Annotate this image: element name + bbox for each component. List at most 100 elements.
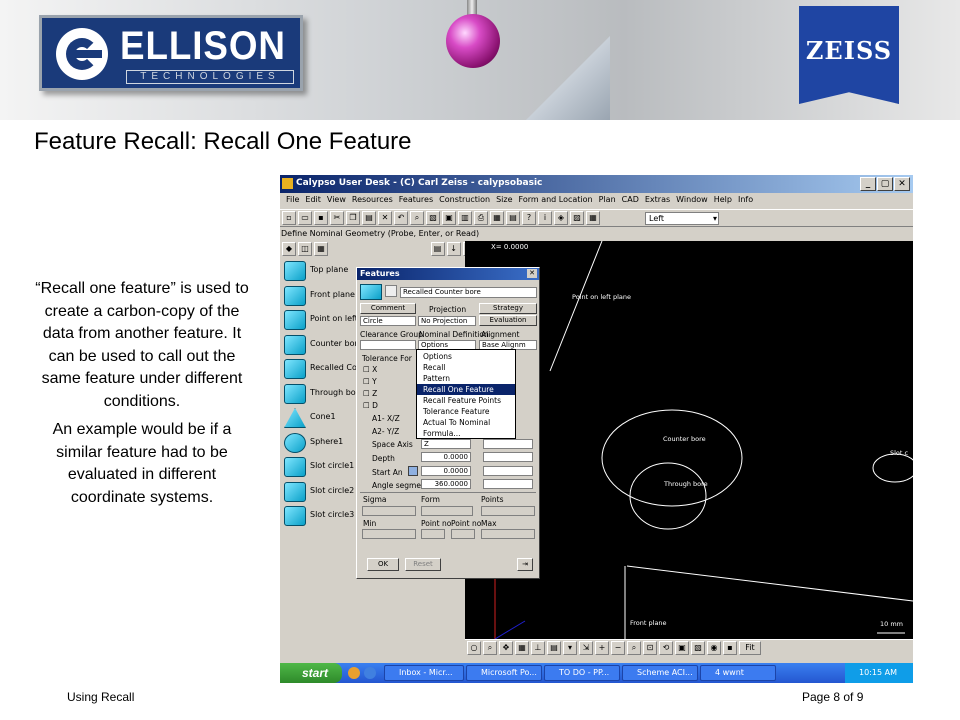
menu-extras[interactable]: Extras	[645, 195, 670, 204]
menu-edit[interactable]: Edit	[305, 195, 321, 204]
quicklaunch-icon[interactable]	[348, 667, 360, 679]
print-icon[interactable]: ⎙	[474, 211, 488, 225]
menu-features[interactable]: Features	[399, 195, 433, 204]
view-top-icon[interactable]: ▧	[691, 641, 705, 655]
dialog-close-button[interactable]: ✕	[527, 269, 537, 278]
menu-size[interactable]: Size	[496, 195, 512, 204]
menu-resources[interactable]: Resources	[352, 195, 393, 204]
strategy-button[interactable]: Strategy	[479, 303, 537, 314]
list-icon[interactable]: ▤	[430, 242, 445, 256]
define-feature-icon[interactable]: ◆	[282, 242, 296, 256]
task-todo[interactable]: TO DO - PP...	[544, 665, 620, 681]
dropdown-option[interactable]: Pattern	[417, 373, 515, 384]
dropdown-option[interactable]: Options	[417, 351, 515, 362]
dropdown-option[interactable]: Formula...	[417, 428, 515, 439]
pen-icon[interactable]	[385, 285, 397, 297]
depth-tol-input[interactable]	[483, 452, 533, 462]
report-icon[interactable]: ▤	[506, 211, 520, 225]
menu-info[interactable]: Info	[738, 195, 753, 204]
help-icon[interactable]: ?	[522, 211, 536, 225]
circle-tool-icon[interactable]: ○	[467, 641, 481, 655]
dropdown-icon[interactable]: ▾	[563, 641, 577, 655]
start-angle-input[interactable]: 0.0000	[421, 466, 471, 476]
table-icon[interactable]: ▦	[490, 211, 504, 225]
space-axis-extra-select[interactable]	[483, 439, 533, 449]
cut-icon[interactable]: ✂	[330, 211, 344, 225]
info-icon[interactable]: i	[538, 211, 552, 225]
zoom-in-icon[interactable]: +	[595, 641, 609, 655]
check-y[interactable]: ☐ Y	[363, 377, 377, 386]
sort-icon[interactable]: ◫	[298, 242, 312, 256]
angle-segment-tol-input[interactable]	[483, 479, 533, 489]
menu-view[interactable]: View	[327, 195, 346, 204]
menu-cad[interactable]: CAD	[622, 195, 639, 204]
check-d[interactable]: ☐ D	[363, 401, 378, 410]
ok-button[interactable]: OK	[367, 558, 399, 571]
view-icon[interactable]: ▨	[570, 211, 584, 225]
view-front-icon[interactable]: ▣	[675, 641, 689, 655]
rotate-icon[interactable]: ⟲	[659, 641, 673, 655]
measure-icon[interactable]: ⇲	[579, 641, 593, 655]
shade-icon[interactable]: ▪	[723, 641, 737, 655]
projection-select[interactable]: No Projection	[418, 316, 476, 326]
arrow-down-icon[interactable]: ↓	[446, 242, 461, 256]
pan-icon[interactable]: ✥	[499, 641, 513, 655]
depth-input[interactable]: 0.0000	[421, 452, 471, 462]
dropdown-option[interactable]: Recall Feature Points	[417, 395, 515, 406]
probe-view-icon[interactable]: ◉	[707, 641, 721, 655]
open-folder-icon[interactable]: ▭	[298, 211, 312, 225]
copy-icon[interactable]: ❐	[346, 211, 360, 225]
monitor-icon[interactable]: ▣	[442, 211, 456, 225]
space-axis-select[interactable]: Z	[421, 439, 471, 449]
reset-button[interactable]: Reset	[405, 558, 441, 571]
start-button[interactable]: start	[280, 663, 342, 683]
layers-icon[interactable]: ▤	[547, 641, 561, 655]
grid-icon[interactable]: ▦	[515, 641, 529, 655]
save-icon[interactable]: ▪	[314, 211, 328, 225]
view-select[interactable]: Left ▾	[645, 212, 719, 225]
new-file-icon[interactable]: ▫	[282, 211, 296, 225]
check-z[interactable]: ☐ Z	[363, 389, 377, 398]
maximize-button[interactable]: ▢	[877, 177, 893, 191]
fit-button[interactable]: Fit	[739, 641, 761, 655]
task-group[interactable]: 4 wwnt	[700, 665, 776, 681]
filter-icon[interactable]: ▦	[314, 242, 328, 256]
angle-picker-icon[interactable]	[408, 466, 418, 476]
evaluation-button[interactable]: Evaluation	[479, 315, 537, 326]
clearance-group-select[interactable]	[360, 340, 416, 350]
feature-name-input[interactable]: Recalled Counter bore	[400, 287, 537, 298]
dropdown-option[interactable]: Recall	[417, 362, 515, 373]
task-powerpoint[interactable]: Microsoft Po...	[466, 665, 542, 681]
angle-segment-input[interactable]: 360.0000	[421, 479, 471, 489]
undo-icon[interactable]: ↶	[394, 211, 408, 225]
menu-window[interactable]: Window	[676, 195, 708, 204]
menu-form-location[interactable]: Form and Location	[519, 195, 593, 204]
minimize-button[interactable]: _	[860, 177, 876, 191]
menu-file[interactable]: File	[286, 195, 299, 204]
menu-construction[interactable]: Construction	[439, 195, 490, 204]
dropdown-option[interactable]: Actual To Nominal	[417, 417, 515, 428]
dropdown-option[interactable]: Tolerance Feature	[417, 406, 515, 417]
axis-icon[interactable]: ⊥	[531, 641, 545, 655]
menu-help[interactable]: Help	[714, 195, 732, 204]
delete-icon[interactable]: ✕	[378, 211, 392, 225]
paste-icon[interactable]: ▤	[362, 211, 376, 225]
measure-icon[interactable]: ▥	[458, 211, 472, 225]
task-inbox[interactable]: Inbox - Micr...	[384, 665, 464, 681]
grid-icon[interactable]: ▦	[586, 211, 600, 225]
zoom-window-icon[interactable]: ⌕	[627, 641, 641, 655]
enter-arrow-button[interactable]: ⇥	[517, 558, 533, 571]
ie-icon[interactable]	[364, 667, 376, 679]
dropdown-option-selected[interactable]: Recall One Feature	[417, 384, 515, 395]
comment-button[interactable]: Comment	[360, 303, 416, 314]
start-angle-tol-input[interactable]	[483, 466, 533, 476]
menu-plan[interactable]: Plan	[599, 195, 616, 204]
task-scheme[interactable]: Scheme ACI...	[622, 665, 698, 681]
image-icon[interactable]: ▧	[426, 211, 440, 225]
geometry-select[interactable]: Circle	[360, 316, 416, 326]
probe-icon[interactable]: ◈	[554, 211, 568, 225]
binoculars-icon[interactable]: ⌕	[410, 211, 424, 225]
check-x[interactable]: ☐ X	[363, 365, 377, 374]
zoom-all-icon[interactable]: ⊡	[643, 641, 657, 655]
zoom-icon[interactable]: ⌕	[483, 641, 497, 655]
